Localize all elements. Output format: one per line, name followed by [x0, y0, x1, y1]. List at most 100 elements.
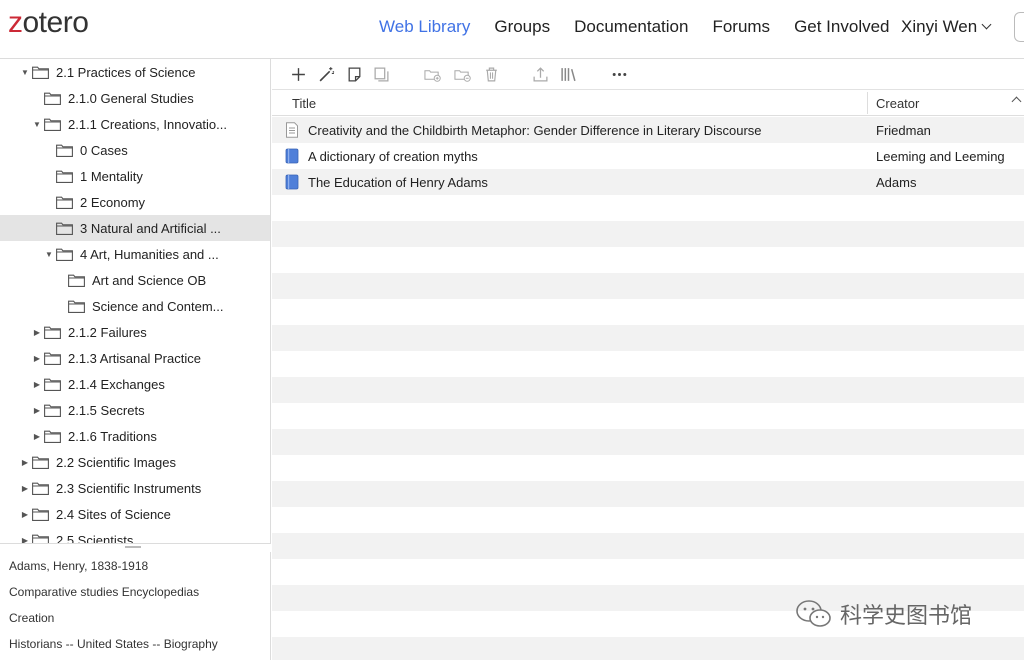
- folder-icon: [44, 430, 61, 443]
- logo-rest: otero: [22, 6, 89, 39]
- triangle-right-icon[interactable]: ▶: [20, 509, 30, 519]
- remove-from-collection-icon[interactable]: [453, 65, 471, 83]
- tree-item[interactable]: ▶ 2.2 Scientific Images: [0, 449, 270, 475]
- triangle-down-icon[interactable]: ▼: [44, 249, 54, 259]
- triangle-down-icon[interactable]: ▼: [32, 119, 42, 129]
- tree-item[interactable]: 2.1.0 General Studies: [0, 85, 270, 111]
- folder-icon: [44, 326, 61, 339]
- empty-row: [272, 559, 1024, 585]
- tree-item-label: 2.4 Sites of Science: [56, 506, 171, 522]
- folder-icon: [32, 456, 49, 469]
- tree-item[interactable]: 1 Mentality: [0, 163, 270, 189]
- tree-item[interactable]: Science and Contem...: [0, 293, 270, 319]
- folder-icon: [32, 508, 49, 521]
- triangle-right-icon[interactable]: ▶: [20, 483, 30, 493]
- triangle-right-icon[interactable]: ▶: [32, 431, 42, 441]
- export-icon[interactable]: [531, 65, 549, 83]
- tree-item[interactable]: ▶ 2.3 Scientific Instruments: [0, 475, 270, 501]
- tree-item[interactable]: 3 Natural and Artificial ...: [0, 215, 270, 241]
- splitter-grip[interactable]: [125, 546, 141, 548]
- column-separator[interactable]: [867, 92, 868, 114]
- more-icon[interactable]: [610, 65, 628, 83]
- collection-tree: ▼ 2.1 Practices of Science 2.1.0 General S…: [0, 59, 271, 543]
- nav-groups[interactable]: Groups: [494, 17, 550, 37]
- new-item-icon[interactable]: [289, 65, 307, 83]
- folder-icon: [56, 144, 73, 157]
- item-title: The Education of Henry Adams: [308, 175, 488, 190]
- tree-item[interactable]: ▼ 2.1.1 Creations, Innovatio...: [0, 111, 270, 137]
- tag-item[interactable]: Adams, Henry, 1838-1918: [9, 559, 148, 573]
- tree-item-label: 2 Economy: [80, 194, 146, 210]
- triangle-right-icon[interactable]: ▶: [32, 327, 42, 337]
- tag-item[interactable]: Comparative studies Encyclopedias: [9, 585, 199, 599]
- nav-web-library[interactable]: Web Library: [379, 17, 470, 37]
- empty-row: [272, 429, 1024, 455]
- item-title: Creativity and the Childbirth Metaphor: …: [308, 123, 762, 138]
- nav-get-involved[interactable]: Get Involved: [794, 17, 889, 37]
- tree-item[interactable]: ▶ 2.1.4 Exchanges: [0, 371, 270, 397]
- item-row[interactable]: A dictionary of creation myths Leeming an…: [272, 143, 1024, 169]
- empty-row: [272, 221, 1024, 247]
- triangle-down-icon[interactable]: ▼: [20, 67, 30, 77]
- tree-item[interactable]: Art and Science OB: [0, 267, 270, 293]
- folder-icon: [44, 92, 61, 105]
- tree-item[interactable]: ▶ 2.1.5 Secrets: [0, 397, 270, 423]
- folder-icon: [32, 482, 49, 495]
- magic-wand-icon[interactable]: [317, 65, 335, 83]
- tree-item-label: 2.3 Scientific Instruments: [56, 480, 202, 496]
- empty-row: [272, 247, 1024, 273]
- search-button[interactable]: [1014, 12, 1024, 42]
- nav-forums[interactable]: Forums: [712, 17, 770, 37]
- zotero-logo[interactable]: zotero: [8, 6, 89, 40]
- tree-item[interactable]: 2 Economy: [0, 189, 270, 215]
- new-note-icon[interactable]: [345, 65, 363, 83]
- pane-splitter[interactable]: [0, 543, 271, 552]
- triangle-right-icon[interactable]: ▶: [20, 457, 30, 467]
- tree-item[interactable]: ▶ 2.1.3 Artisanal Practice: [0, 345, 270, 371]
- tree-item[interactable]: ▶ 2.4 Sites of Science: [0, 501, 270, 527]
- folder-icon: [32, 534, 49, 543]
- triangle-right-icon[interactable]: ▶: [32, 353, 42, 363]
- empty-row: [272, 481, 1024, 507]
- tree-item[interactable]: ▼ 2.1 Practices of Science: [0, 59, 270, 85]
- tree-item[interactable]: 0 Cases: [0, 137, 270, 163]
- add-to-collection-icon[interactable]: [423, 65, 441, 83]
- trash-icon[interactable]: [482, 65, 500, 83]
- folder-icon: [68, 300, 85, 313]
- folder-icon: [56, 248, 73, 261]
- nav-documentation[interactable]: Documentation: [574, 17, 688, 37]
- column-creator[interactable]: Creator: [876, 96, 919, 111]
- duplicate-icon[interactable]: [372, 65, 390, 83]
- user-menu[interactable]: Xinyi Wen: [901, 17, 992, 37]
- tree-item-label: 1 Mentality: [80, 168, 143, 184]
- item-creator: Friedman: [876, 123, 931, 138]
- tag-item[interactable]: Historians -- United States -- Biography: [9, 637, 218, 651]
- column-title[interactable]: Title: [292, 96, 316, 111]
- tree-item[interactable]: ▶ 2.1.2 Failures: [0, 319, 270, 345]
- tree-item-label: 2.1.1 Creations, Innovatio...: [68, 116, 227, 132]
- tree-item[interactable]: ▶ 2.5 Scientists: [0, 527, 270, 544]
- tag-item[interactable]: Creation: [9, 611, 54, 625]
- item-creator: Leeming and Leeming: [876, 149, 1005, 164]
- tree-item[interactable]: ▼ 4 Art, Humanities and ...: [0, 241, 270, 267]
- sort-ascending-icon[interactable]: [1011, 96, 1022, 107]
- folder-icon: [44, 352, 61, 365]
- library-icon[interactable]: [559, 65, 577, 83]
- empty-row: [272, 195, 1024, 221]
- item-row[interactable]: Creativity and the Childbirth Metaphor: …: [272, 117, 1024, 143]
- empty-row: [272, 533, 1024, 559]
- triangle-right-icon[interactable]: ▶: [32, 379, 42, 389]
- item-row[interactable]: The Education of Henry Adams Adams: [272, 169, 1024, 195]
- chevron-down-icon: [981, 19, 992, 30]
- triangle-right-icon[interactable]: ▶: [32, 405, 42, 415]
- tree-item-label: 2.5 Scientists: [56, 532, 134, 544]
- items-toolbar: [272, 59, 1024, 90]
- tree-item[interactable]: ▶ 2.1.6 Traditions: [0, 423, 270, 449]
- triangle-right-icon[interactable]: ▶: [20, 535, 30, 544]
- folder-icon: [32, 66, 49, 79]
